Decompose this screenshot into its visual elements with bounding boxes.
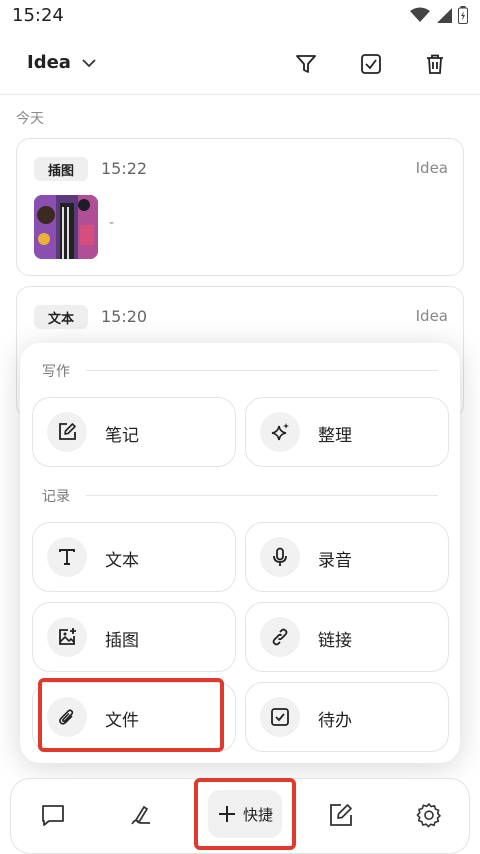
nav-quick-button[interactable]: 快捷	[194, 778, 296, 850]
delete-button[interactable]	[421, 50, 449, 78]
plus-icon	[218, 806, 235, 822]
card-preview: -	[109, 215, 115, 231]
status-bar: 15:24	[0, 0, 480, 34]
quick-button-inner[interactable]: 快捷	[208, 790, 282, 838]
action-organize[interactable]: 整理	[245, 397, 449, 467]
tile-label: 待办	[318, 711, 352, 731]
tile-label: 链接	[318, 631, 352, 651]
type-tag: 文本	[34, 305, 88, 329]
checkbox-icon	[361, 54, 381, 74]
chat-icon	[42, 805, 64, 826]
tile-label: 文本	[105, 551, 139, 571]
action-link[interactable]: 链接	[245, 602, 449, 672]
type-tag: 插图	[34, 157, 88, 181]
microphone-icon	[260, 537, 300, 577]
nav-chat[interactable]	[37, 799, 69, 831]
signal-icon	[437, 8, 452, 23]
card-category: Idea	[415, 307, 448, 325]
section-divider	[86, 370, 438, 371]
card-time: 15:22	[101, 159, 148, 178]
action-text[interactable]: 文本	[32, 522, 236, 592]
nav-compose[interactable]	[325, 799, 357, 831]
action-image[interactable]: 插图	[32, 602, 236, 672]
image-thumbnail[interactable]	[34, 195, 98, 259]
header-divider	[0, 94, 480, 95]
card-time: 15:20	[101, 307, 148, 326]
tile-label: 整理	[318, 426, 352, 446]
note-card[interactable]: 插图 15:22 Idea -	[16, 138, 464, 276]
edit-note-icon	[47, 412, 87, 452]
wifi-icon	[410, 7, 430, 22]
link-icon	[260, 617, 300, 657]
thumbnail-art-icon	[34, 195, 98, 259]
section-label-record: 记录	[42, 489, 70, 505]
chevron-down-icon[interactable]	[80, 54, 98, 72]
status-icons	[410, 6, 468, 24]
sparkles-icon	[260, 412, 300, 452]
quick-label: 快捷	[242, 805, 273, 824]
tile-label: 录音	[318, 551, 352, 571]
brush-icon	[131, 805, 150, 825]
edit-icon	[330, 804, 352, 826]
action-todo[interactable]: 待办	[245, 682, 449, 752]
tile-label: 笔记	[105, 426, 139, 446]
filter-icon	[296, 55, 316, 73]
category-title[interactable]: Idea	[27, 52, 71, 73]
filter-button[interactable]	[292, 50, 320, 78]
nav-draw[interactable]	[125, 799, 157, 831]
battery-icon	[458, 6, 468, 24]
tile-label: 插图	[105, 631, 139, 651]
select-button[interactable]	[357, 50, 385, 78]
text-icon	[47, 537, 87, 577]
action-record-audio[interactable]: 录音	[245, 522, 449, 592]
gear-icon	[416, 803, 441, 828]
section-label-writing: 写作	[42, 364, 70, 380]
status-time: 15:24	[12, 5, 64, 26]
action-note[interactable]: 笔记	[32, 397, 236, 467]
image-add-icon	[47, 617, 87, 657]
nav-settings[interactable]	[413, 799, 445, 831]
section-divider	[86, 495, 438, 496]
card-category: Idea	[415, 159, 448, 177]
trash-icon	[427, 54, 443, 74]
checkbox-icon	[260, 697, 300, 737]
highlight-frame	[38, 678, 224, 752]
app-header: Idea	[0, 34, 480, 94]
date-group-label: 今天	[16, 111, 44, 127]
